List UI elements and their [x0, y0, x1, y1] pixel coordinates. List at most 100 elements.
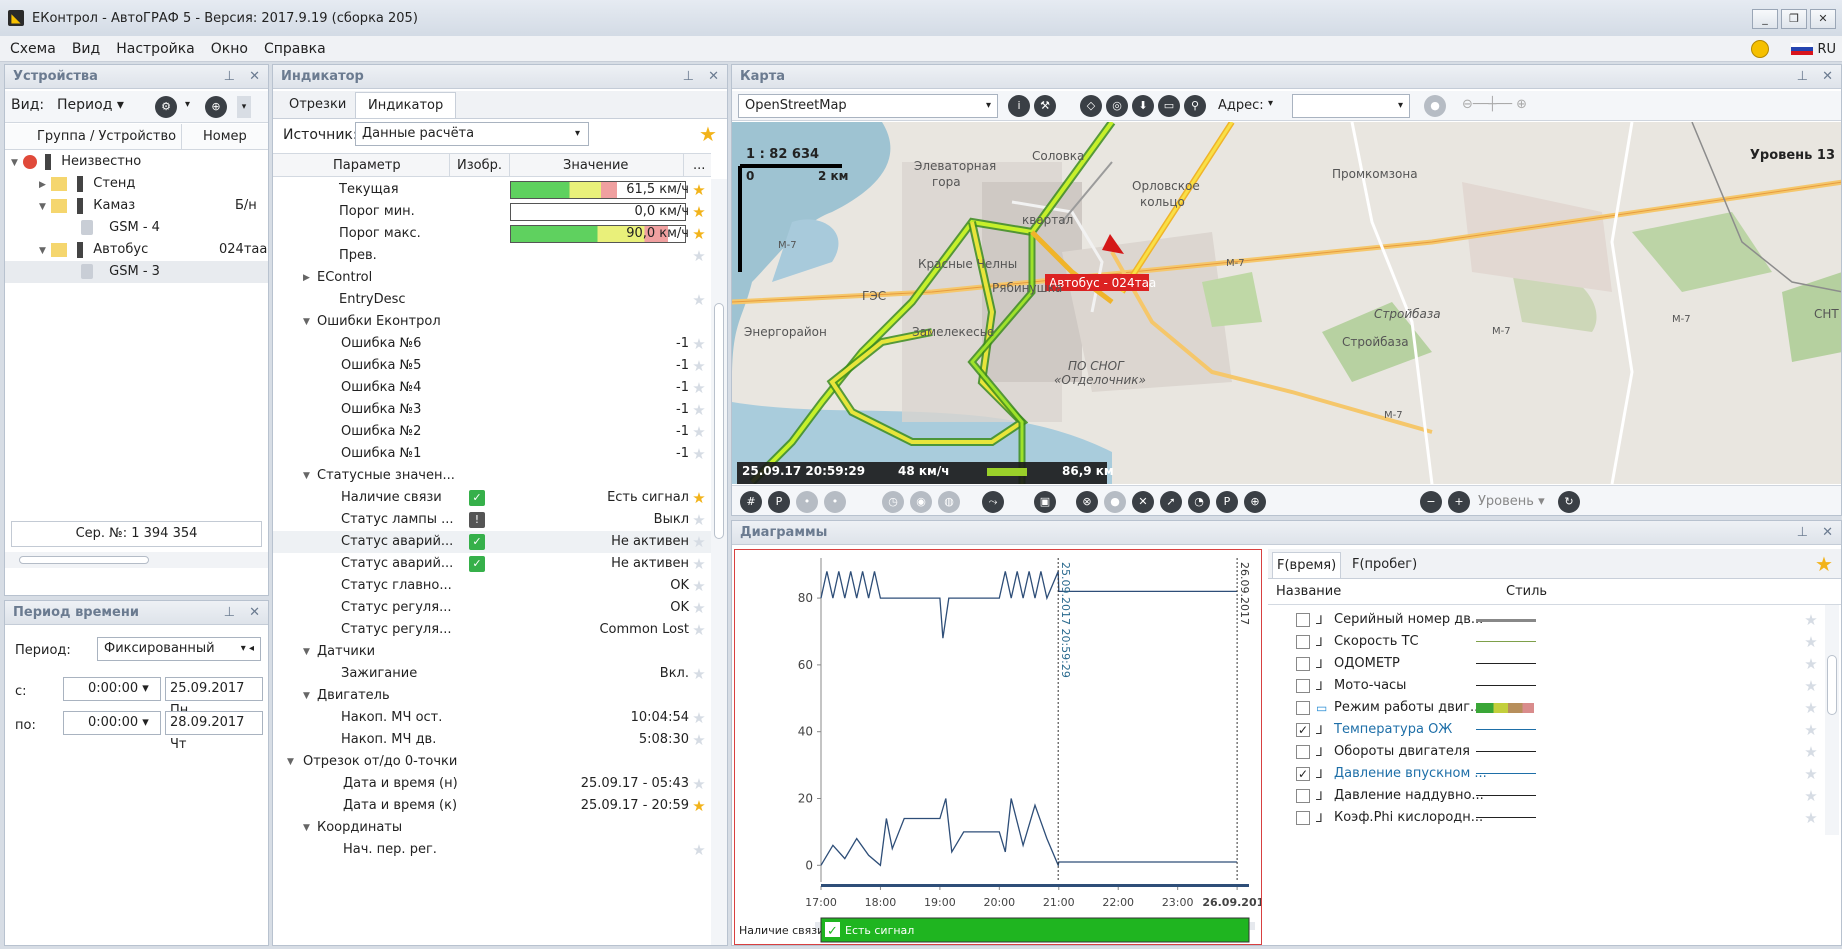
vehicle-marker[interactable]: Автобус - 024таа: [1049, 276, 1156, 290]
menu-help[interactable]: Справка: [264, 41, 326, 57]
indicator-row[interactable]: Статус лампы ...! Выкл ★: [273, 509, 711, 531]
menu-settings[interactable]: Настройка: [116, 41, 195, 57]
view-dropdown[interactable]: Период ▾: [57, 97, 124, 113]
indicator-row[interactable]: Статус аварий... ✓ Не активен ★: [273, 553, 711, 575]
collapse-icon[interactable]: ▼: [287, 751, 299, 773]
indicator-row[interactable]: Ошибка №6 -1 ★: [273, 333, 711, 355]
geofence-icon[interactable]: ◎: [1106, 95, 1128, 117]
style-line[interactable]: [1476, 729, 1536, 730]
close-icon[interactable]: ✕: [708, 69, 719, 84]
language-selector[interactable]: RU: [1791, 42, 1836, 57]
indicator-scrollbar[interactable]: [711, 179, 727, 945]
refresh-icon[interactable]: ↻: [1558, 491, 1580, 513]
stop-icon[interactable]: ◉: [910, 491, 932, 513]
favorite-star-icon[interactable]: ★: [691, 622, 707, 638]
favorite-star-icon[interactable]: ★: [691, 776, 707, 792]
zoom-in-icon[interactable]: +: [1448, 491, 1470, 513]
globe-icon[interactable]: ●: [1424, 95, 1446, 117]
favorite-star-icon[interactable]: ★: [691, 424, 707, 440]
favorite-star-icon[interactable]: ★: [691, 358, 707, 374]
scrollbar-thumb[interactable]: [1827, 655, 1837, 715]
filter-icon[interactable]: ⊕: [205, 96, 227, 118]
favorite-star-icon[interactable]: ★: [691, 380, 707, 396]
info-icon[interactable]: i: [1008, 95, 1030, 117]
indicator-row[interactable]: Накоп. МЧ дв. 5:08:30 ★: [273, 729, 711, 751]
favorite-star-icon[interactable]: ★: [691, 732, 707, 748]
series-scrollbar[interactable]: [1825, 605, 1839, 835]
favorite-star-icon[interactable]: ★: [691, 666, 707, 682]
indicator-row[interactable]: Зажигание Вкл. ★: [273, 663, 711, 685]
favorite-star-icon[interactable]: ★: [1803, 722, 1819, 738]
style-line[interactable]: [1476, 751, 1536, 752]
favorite-star-icon[interactable]: ★: [691, 248, 707, 264]
favorite-star-icon[interactable]: ★: [691, 710, 707, 726]
restore-button[interactable]: ❐: [1781, 9, 1807, 29]
favorite-star-icon[interactable]: ★: [691, 446, 707, 462]
period-select[interactable]: Фиксированный ▾ ◂: [97, 637, 261, 661]
indicator-row[interactable]: Наличие связи ✓ Есть сигнал ★: [273, 487, 711, 509]
poi-icon[interactable]: •: [796, 491, 818, 513]
crosshair-icon[interactable]: ⊕: [1244, 491, 1266, 513]
style-line[interactable]: [1476, 795, 1536, 796]
indicator-row[interactable]: Ошибка №4 -1 ★: [273, 377, 711, 399]
col-param[interactable]: Параметр: [333, 158, 401, 173]
indicator-row[interactable]: Ошибка №1 -1 ★: [273, 443, 711, 465]
indicator-row[interactable]: Ошибка №5 -1 ★: [273, 355, 711, 377]
photo-icon[interactable]: ▣: [1034, 491, 1056, 513]
pin-icon[interactable]: ⊥: [1797, 525, 1808, 540]
level-dropdown[interactable]: Уровень ▾: [1478, 494, 1545, 509]
series-row[interactable]: ⅃ Скорость ТС ★: [1268, 631, 1841, 653]
favorite-star-icon[interactable]: ★: [691, 204, 707, 220]
col-more[interactable]: ...: [693, 158, 705, 173]
favorite-star-icon[interactable]: ★: [691, 556, 707, 572]
collapse-icon[interactable]: ▼: [303, 641, 315, 663]
favorite-star-icon[interactable]: ★: [1803, 766, 1819, 782]
collapse-icon[interactable]: ▼: [303, 685, 315, 707]
fuel-icon[interactable]: ◍: [938, 491, 960, 513]
favorite-star-icon[interactable]: ★: [691, 578, 707, 594]
favorite-star-icon[interactable]: ★: [1803, 744, 1819, 760]
style-line[interactable]: [1476, 773, 1536, 774]
minimize-button[interactable]: _: [1752, 9, 1778, 29]
series-checkbox[interactable]: [1296, 657, 1310, 671]
series-checkbox[interactable]: [1296, 635, 1310, 649]
series-row[interactable]: ⅃ Обороты двигателя ★: [1268, 741, 1841, 763]
indicator-row[interactable]: Статус регуля... Common Lost ★: [273, 619, 711, 641]
speed-icon[interactable]: ◔: [1188, 491, 1210, 513]
layers-icon[interactable]: ▭: [1158, 95, 1180, 117]
col-group[interactable]: Группа / Устройство: [37, 129, 176, 144]
wrench-icon[interactable]: ⚒: [1034, 95, 1056, 117]
indicator-row[interactable]: Текущая 61,5 км/ч ★: [273, 179, 711, 201]
event-icon[interactable]: ●: [1104, 491, 1126, 513]
series-row[interactable]: ⅃ Коэф.Phi кислородн... ★: [1268, 807, 1841, 829]
to-date[interactable]: 28.09.2017 Чт: [165, 711, 263, 752]
address-input[interactable]: ▾: [1292, 94, 1410, 118]
menu-scheme[interactable]: Схема: [10, 41, 56, 57]
indicator-row[interactable]: Дата и время (н) 25.09.17 - 05:43 ★: [273, 773, 711, 795]
download-icon[interactable]: ⬇: [1132, 95, 1154, 117]
line-chart[interactable]: 80 60 40 20 0 17:00 18:00 19:00 20:00 21:00 22:00 2…: [735, 550, 1272, 944]
close-icon[interactable]: ✕: [249, 605, 260, 620]
direction-icon[interactable]: ➚: [1160, 491, 1182, 513]
smiley-icon[interactable]: [1751, 40, 1770, 58]
tab-mileage[interactable]: F(пробег): [1348, 552, 1421, 578]
tree-row-unknown[interactable]: ▼ Неизвестно: [5, 151, 268, 173]
tree-row-kamaz[interactable]: ▼ Камаз Б/н: [5, 195, 268, 217]
menu-view[interactable]: Вид: [72, 41, 100, 57]
favorite-star-icon[interactable]: ★: [1815, 554, 1833, 574]
favorite-star-icon[interactable]: ★: [691, 842, 707, 858]
series-row[interactable]: ⅃ ОДОМЕТР ★: [1268, 653, 1841, 675]
favorite-star-icon[interactable]: ★: [691, 798, 707, 814]
style-line[interactable]: [1476, 685, 1536, 686]
indicator-row[interactable]: Статус регуля... OK ★: [273, 597, 711, 619]
series-checkbox[interactable]: [1296, 745, 1310, 759]
indicator-row[interactable]: EntryDesc ★: [273, 289, 711, 311]
col-image[interactable]: Изобр.: [457, 158, 502, 173]
from-date[interactable]: 25.09.2017 Пн: [165, 677, 263, 718]
grid-icon[interactable]: #: [740, 491, 762, 513]
favorite-star-icon[interactable]: ★: [1803, 634, 1819, 650]
indicator-row[interactable]: ▼ Двигатель: [273, 685, 711, 707]
from-time[interactable]: 0:00:00 ▾: [63, 677, 161, 701]
indicator-row[interactable]: Статус главно... OK ★: [273, 575, 711, 597]
style-line[interactable]: [1476, 663, 1536, 664]
